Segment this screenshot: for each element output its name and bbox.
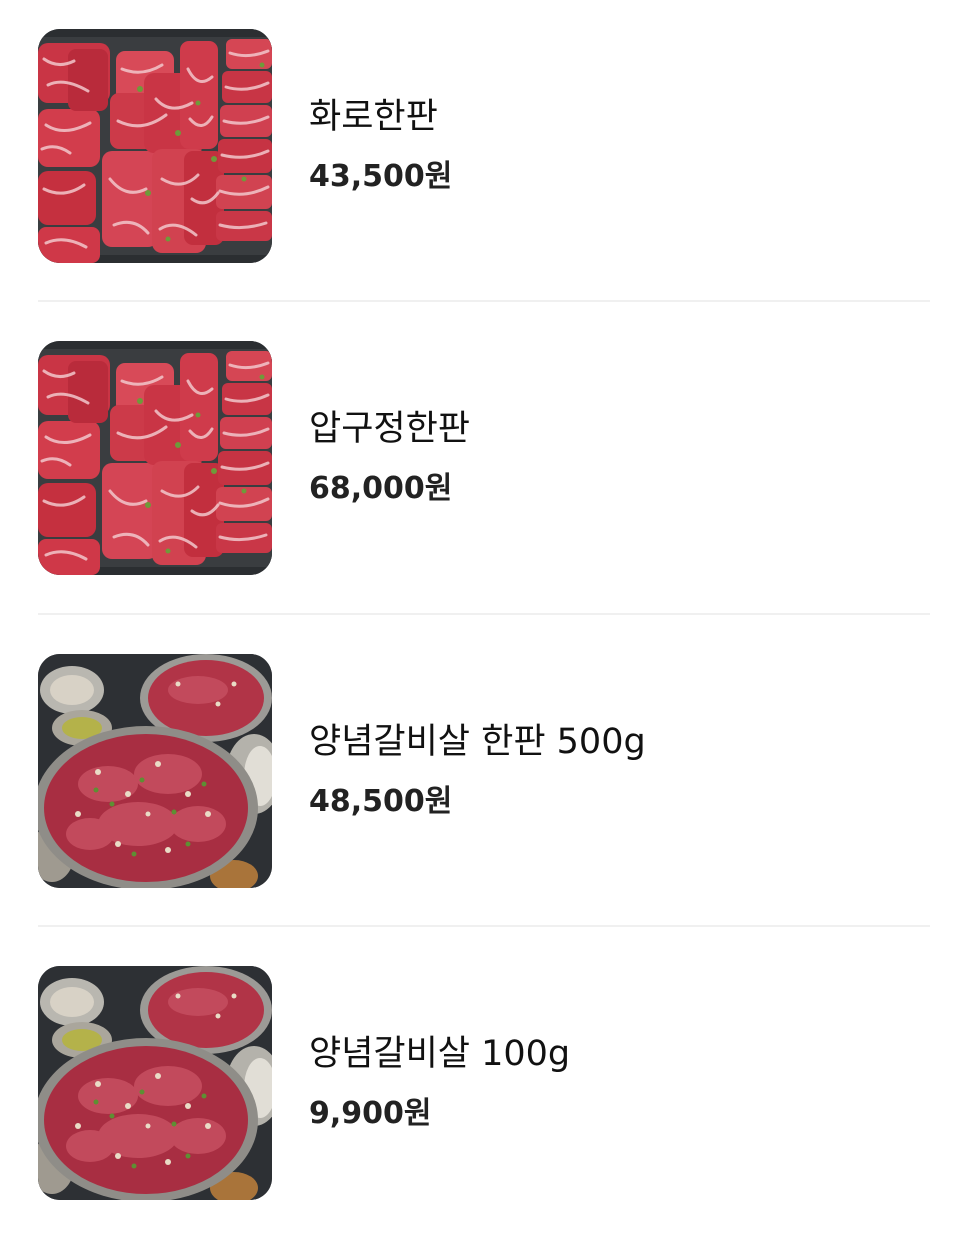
menu-item[interactable]: 양념갈비살 한판 500g 48,500원 xyxy=(38,654,930,890)
menu-item-price: 9,900원 xyxy=(309,1096,432,1131)
menu-item[interactable]: 양념갈비살 100g 9,900원 xyxy=(38,966,930,1202)
menu-item-price: 48,500원 xyxy=(309,784,453,819)
menu-item-price: 68,000원 xyxy=(309,471,453,506)
divider xyxy=(38,300,930,302)
menu-item-photo xyxy=(38,966,272,1200)
menu-item-photo xyxy=(38,654,272,888)
menu-item-price: 43,500원 xyxy=(309,159,453,194)
menu-item-name: 화로한판 xyxy=(309,97,438,137)
divider xyxy=(38,925,930,927)
divider xyxy=(38,613,930,615)
menu-item-name: 압구정한판 xyxy=(309,409,471,449)
menu-list: 화로한판 43,500원 압구정한판 68,000원 양념갈비살 한판 500g… xyxy=(0,0,966,1238)
menu-item[interactable]: 화로한판 43,500원 xyxy=(38,29,930,265)
menu-item-name: 양념갈비살 한판 500g xyxy=(309,722,646,762)
menu-item-photo xyxy=(38,341,272,575)
menu-item[interactable]: 압구정한판 68,000원 xyxy=(38,341,930,577)
menu-item-name: 양념갈비살 100g xyxy=(309,1034,571,1074)
menu-item-photo xyxy=(38,29,272,263)
